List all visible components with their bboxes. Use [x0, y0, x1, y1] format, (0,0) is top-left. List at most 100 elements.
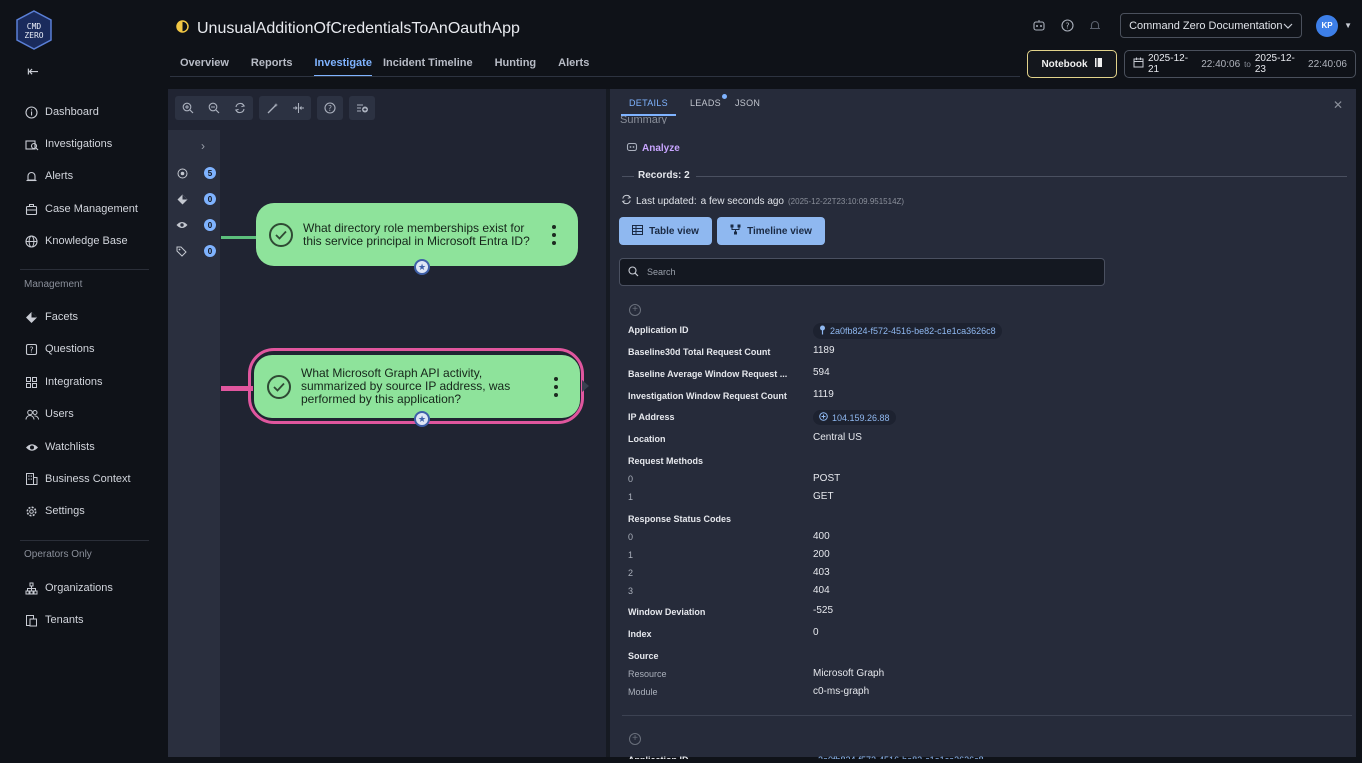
rail-row-questions[interactable]: 5: [176, 167, 216, 179]
help-icon[interactable]: ?: [1060, 19, 1074, 33]
nav-label: Questions: [45, 343, 95, 355]
tenants-icon: [24, 613, 39, 628]
rail-row-facets[interactable]: 0: [176, 193, 216, 205]
question-node[interactable]: What directory role memberships exist fo…: [256, 203, 578, 266]
refresh-icon[interactable]: [621, 194, 632, 208]
notebook-button[interactable]: Notebook: [1027, 50, 1117, 78]
nav-divider: [20, 269, 149, 270]
refresh-icon[interactable]: [227, 96, 253, 120]
rail-row-watch[interactable]: 0: [176, 219, 216, 231]
field-value[interactable]: 2a0fb824-f572-4516-be82-c1e1ca3626c8: [813, 323, 1002, 339]
field-value: 1119: [813, 389, 834, 400]
expand-record-icon[interactable]: +: [629, 304, 641, 316]
node-expand-arrow-icon[interactable]: [582, 380, 589, 392]
rail-row-tags[interactable]: 0: [176, 245, 216, 257]
canvas-help-icon[interactable]: ?: [317, 96, 343, 120]
nav-integrations[interactable]: Integrations: [24, 371, 102, 393]
array-index: 1: [628, 492, 634, 502]
star-icon[interactable]: ★: [414, 259, 430, 275]
ip-globe-icon: [819, 412, 828, 423]
bell-icon[interactable]: [1088, 19, 1102, 33]
nav-questions[interactable]: ? Questions: [24, 338, 95, 360]
check-circle-icon: [267, 374, 291, 399]
tab-details[interactable]: DETAILS: [621, 98, 676, 116]
organization-select-value: Command Zero Documentation: [1129, 19, 1283, 32]
collapse-sidebar-icon[interactable]: ⇤: [27, 63, 39, 80]
field-value: Central US: [813, 432, 862, 443]
nav-knowledge-base[interactable]: Knowledge Base: [24, 230, 128, 252]
array-index: 3: [628, 586, 634, 596]
collapse-arrows-icon[interactable]: [285, 96, 311, 120]
date-range-picker[interactable]: 2025-12-21 22:40:06 to 2025-12-23 22:40:…: [1124, 50, 1356, 78]
tab-investigate[interactable]: Investigate: [314, 53, 372, 77]
tab-overview[interactable]: Overview: [180, 53, 240, 77]
table-view-button[interactable]: Table view: [619, 217, 712, 245]
details-panel: [610, 89, 1356, 757]
nav-alerts[interactable]: Alerts: [24, 165, 73, 187]
investigations-icon: [24, 137, 39, 152]
nav-label: Watchlists: [45, 441, 95, 453]
question-node-selected[interactable]: What Microsoft Graph API activity, summa…: [254, 355, 580, 418]
nav-case-management[interactable]: Case Management: [24, 198, 138, 220]
nav-organizations[interactable]: Organizations: [24, 577, 113, 599]
nav-facets[interactable]: Facets: [24, 306, 78, 328]
expand-rail-chevron-icon[interactable]: ›: [201, 139, 205, 153]
gear-icon: [24, 504, 39, 519]
field-value: 0: [813, 627, 819, 638]
nav-settings[interactable]: Settings: [24, 500, 85, 522]
next-record-value: 2a0fb824-f572-4516-be82-c1e1ca3626c8: [818, 753, 984, 759]
organization-select[interactable]: Command Zero Documentation: [1120, 13, 1303, 38]
search-input[interactable]: Search: [619, 258, 1105, 286]
count-badge: 0: [204, 193, 216, 205]
robot-icon[interactable]: [1032, 19, 1046, 33]
last-updated-value: a few seconds ago: [700, 195, 784, 207]
count-badge: 0: [204, 219, 216, 231]
node-menu-icon[interactable]: [546, 376, 566, 397]
command-zero-logo[interactable]: CMD ZERO: [15, 10, 53, 50]
avatar-caret-icon[interactable]: ▼: [1344, 21, 1352, 30]
tab-json[interactable]: JSON: [735, 98, 760, 116]
record-divider: [622, 715, 1352, 716]
close-icon[interactable]: ✕: [1333, 98, 1343, 112]
nav-divider: [20, 540, 149, 541]
nav-users[interactable]: Users: [24, 403, 74, 425]
field-key: Request Methods: [628, 456, 704, 466]
nav-business-context[interactable]: Business Context: [24, 468, 131, 490]
field-value: 594: [813, 367, 830, 378]
alert-icon: [24, 169, 39, 184]
nav-tenants[interactable]: Tenants: [24, 609, 84, 631]
magic-wand-icon[interactable]: [259, 96, 285, 120]
tab-leads-label: LEADS: [689, 98, 721, 108]
tab-incident-timeline[interactable]: Incident Timeline: [383, 53, 484, 77]
tab-leads[interactable]: LEADS: [689, 94, 727, 116]
details-tabs: DETAILS LEADS JSON: [621, 94, 760, 116]
add-question-icon[interactable]: [349, 96, 375, 120]
ip-address-chip[interactable]: 104.159.26.88: [813, 410, 896, 425]
nav-watchlists[interactable]: Watchlists: [24, 436, 95, 458]
tab-alerts[interactable]: Alerts: [558, 53, 600, 77]
nav-investigations[interactable]: Investigations: [24, 133, 112, 155]
canvas-toolbar: ?: [175, 96, 375, 120]
nav-dashboard[interactable]: Dashboard: [24, 101, 99, 123]
timeline-view-button[interactable]: Timeline view: [717, 217, 825, 245]
records-count: Records: 2: [638, 170, 690, 181]
zoom-in-icon[interactable]: [175, 96, 201, 120]
expand-record-icon[interactable]: +: [629, 733, 641, 745]
array-value: 403: [813, 567, 830, 578]
svg-text:?: ?: [29, 345, 33, 354]
zoom-out-icon[interactable]: [201, 96, 227, 120]
eye-icon: [176, 219, 188, 231]
tab-hunting[interactable]: Hunting: [495, 53, 548, 77]
question-node-text: What directory role memberships exist fo…: [303, 220, 530, 248]
field-value[interactable]: 104.159.26.88: [813, 410, 896, 425]
records-divider: [696, 176, 1347, 177]
array-index: 0: [628, 532, 634, 542]
user-avatar[interactable]: KP: [1316, 14, 1339, 37]
field-key: Source: [628, 651, 659, 661]
tab-reports[interactable]: Reports: [251, 53, 304, 77]
star-icon[interactable]: ★: [414, 411, 430, 427]
node-menu-icon[interactable]: [544, 224, 564, 245]
analyze-button[interactable]: Analyze: [626, 141, 680, 155]
application-id-chip[interactable]: 2a0fb824-f572-4516-be82-c1e1ca3626c8: [813, 323, 1002, 339]
table-view-label: Table view: [649, 225, 699, 237]
